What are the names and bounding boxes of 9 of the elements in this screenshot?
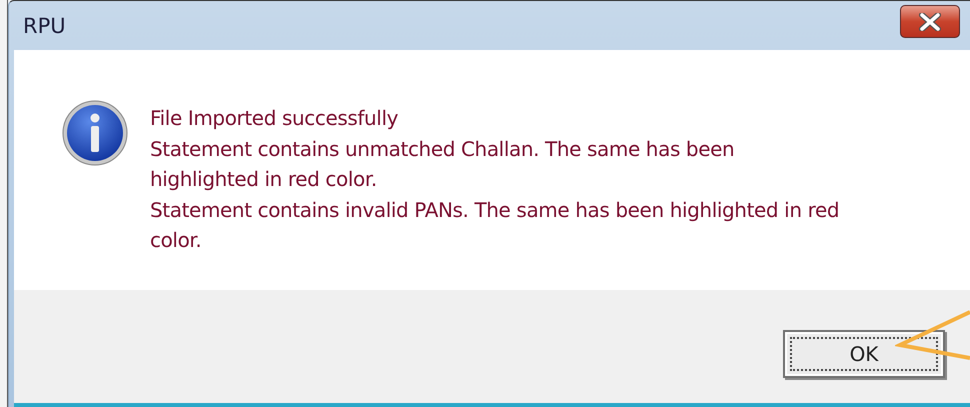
message-text: File Imported successfully [150, 105, 400, 132]
message-text: color. [150, 227, 202, 254]
message-text: Statement contains invalid PANs. The same has been highlighted in red [150, 196, 840, 224]
message-text: Statement contains unmatched Challan. The same has been [150, 136, 736, 162]
ok-button[interactable]: OK [783, 330, 945, 378]
window-title: RPU [23, 14, 66, 38]
info-icon [62, 100, 128, 166]
close-button[interactable] [900, 5, 960, 38]
message-text: highlighted in red color. [150, 166, 378, 193]
